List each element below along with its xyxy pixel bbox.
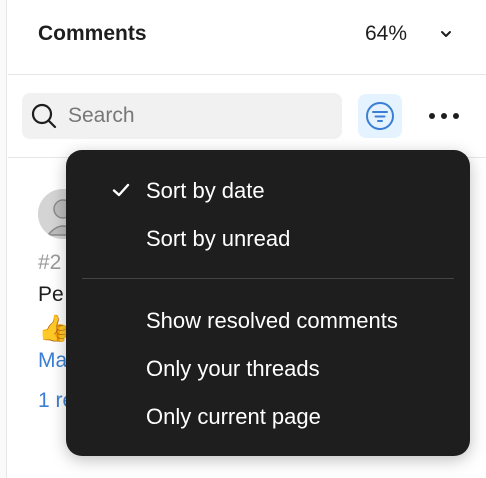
filter-sort-menu: Sort by date Sort by unread Show resolve…	[66, 150, 470, 456]
filter-icon	[366, 102, 394, 130]
search-box[interactable]	[22, 93, 342, 139]
menu-item-sort-by-date[interactable]: Sort by date	[66, 168, 470, 212]
comment-mention-link[interactable]: Ma	[38, 349, 67, 373]
menu-item-label: Only current page	[146, 404, 321, 429]
comments-header: Comments 64%	[8, 0, 486, 75]
menu-item-label: Show resolved comments	[146, 308, 398, 333]
comment-number: #2	[38, 251, 62, 274]
panel-title: Comments	[38, 22, 147, 45]
panel-edge	[0, 0, 7, 478]
menu-item-only-your-threads[interactable]: Only your threads	[66, 346, 470, 390]
menu-item-only-current-page[interactable]: Only current page	[66, 394, 470, 438]
menu-divider	[82, 278, 454, 279]
menu-item-sort-by-unread[interactable]: Sort by unread	[66, 216, 470, 260]
chevron-down-icon[interactable]	[438, 26, 454, 42]
check-icon	[112, 183, 130, 197]
search-input[interactable]	[68, 93, 328, 139]
comments-toolbar	[8, 76, 486, 158]
zoom-level[interactable]: 64%	[365, 22, 407, 46]
menu-item-label: Only your threads	[146, 356, 320, 381]
search-icon	[31, 103, 57, 129]
filter-button[interactable]	[358, 94, 402, 138]
menu-item-label: Sort by unread	[146, 226, 291, 251]
menu-item-label: Sort by date	[146, 178, 265, 203]
comment-text: Pe	[38, 283, 64, 306]
menu-item-show-resolved[interactable]: Show resolved comments	[66, 298, 470, 342]
more-icon	[429, 113, 459, 119]
more-options-button[interactable]	[422, 94, 466, 138]
